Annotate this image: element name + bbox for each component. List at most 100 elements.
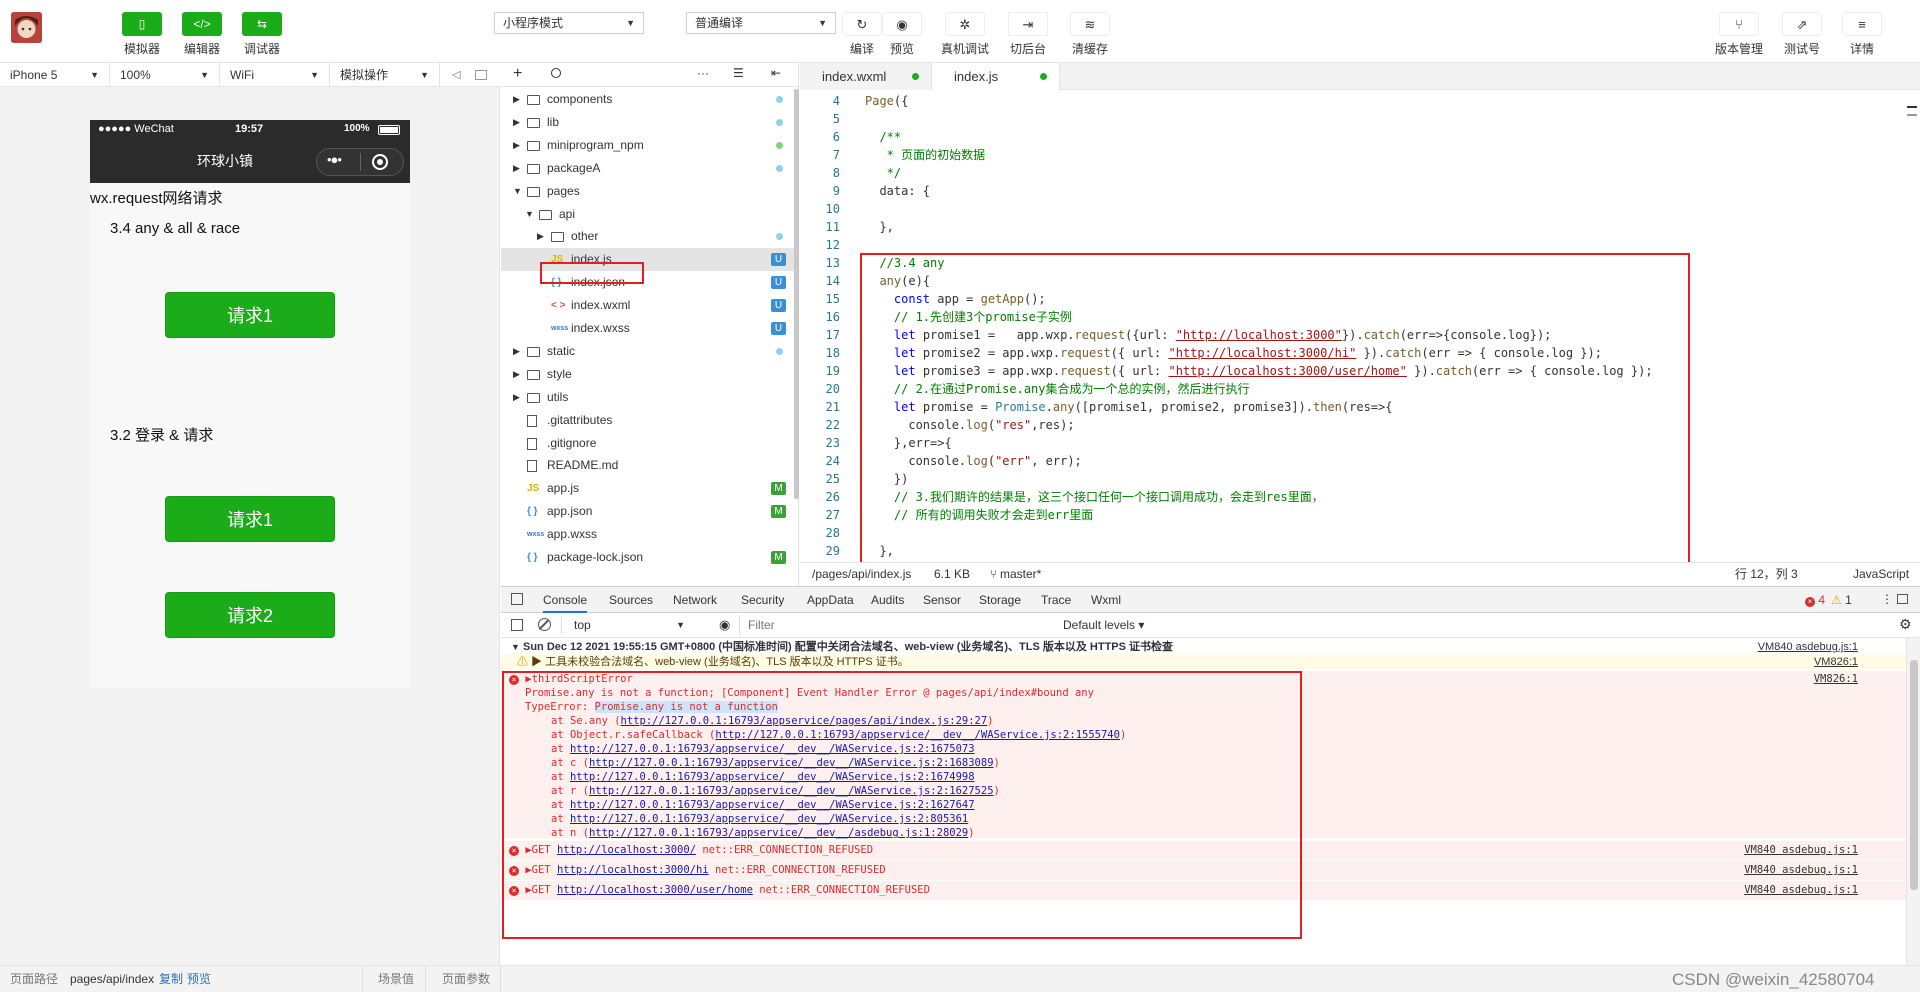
tree-item-app-wxss[interactable]: wxss app.wxss (501, 523, 799, 546)
chevron-right-icon[interactable]: ▶ (513, 134, 520, 157)
devtools-tab-storage[interactable]: Storage (979, 587, 1021, 613)
more-icon[interactable]: ··· (697, 66, 709, 80)
devtools-tab-console[interactable]: Console (543, 587, 588, 613)
warning-count[interactable]: ⚠ 1 (1831, 593, 1852, 607)
request1-login-button[interactable]: 请求1 (165, 496, 335, 542)
devtools-tab-appdata[interactable]: AppData (807, 587, 854, 613)
tree-item-api[interactable]: ▼ api (501, 203, 799, 226)
error-count[interactable]: × 4 (1805, 593, 1825, 607)
eye-icon[interactable]: ◉ (719, 617, 730, 633)
source-link[interactable]: VM840 asdebug.js:1 (1744, 881, 1858, 900)
devtools-menu-icon[interactable]: ⋮ (1881, 592, 1893, 606)
tab-index-wxml[interactable]: index.wxml (800, 63, 932, 90)
chevron-right-icon[interactable]: ▶ (513, 111, 520, 134)
tree-item-utils[interactable]: ▶ utils (501, 386, 799, 409)
tree-item-package-lock-json[interactable]: { } package-lock.json M (501, 546, 799, 569)
chevron-right-icon[interactable]: ▶ (513, 363, 520, 386)
switch-icon[interactable]: ⇥ (1008, 12, 1048, 36)
tree-item-style[interactable]: ▶ style (501, 363, 799, 386)
language-mode[interactable]: JavaScript (1853, 563, 1909, 585)
page-params[interactable]: 页面参数 (442, 966, 490, 992)
request2-login-button[interactable]: 请求2 (165, 592, 335, 638)
tree-item-lib[interactable]: ▶ lib (501, 111, 799, 134)
devtools-tab-wxml[interactable]: Wxml (1091, 587, 1121, 613)
clear-console-icon[interactable] (538, 618, 551, 631)
refresh-icon[interactable]: ↻ (842, 12, 882, 36)
tab-index-js[interactable]: index.js (932, 63, 1060, 90)
tree-item-index-wxml[interactable]: < > index.wxml U (501, 294, 799, 317)
preview-link[interactable]: 预览 (187, 966, 211, 992)
operation-select[interactable]: 模拟操作 ▼ (330, 63, 440, 87)
inspect-icon[interactable] (511, 593, 523, 605)
console-filter-input[interactable] (739, 615, 979, 635)
chevron-down-icon[interactable]: ▼ (513, 180, 522, 203)
chevron-right-icon[interactable]: ▶ (513, 386, 520, 409)
devtools-tab-sources[interactable]: Sources (609, 587, 653, 613)
external-icon[interactable]: ⇗ (1782, 12, 1822, 36)
tree-item-readme-md[interactable]: README.md (501, 454, 799, 477)
tree-item-static[interactable]: ▶ static (501, 340, 799, 363)
console-scrollbar[interactable] (1906, 638, 1920, 965)
chevron-down-icon[interactable]: ▼ (525, 203, 534, 226)
tree-item-app-json[interactable]: { } app.json M (501, 500, 799, 523)
tree-item-packagea[interactable]: ▶ packageA (501, 157, 799, 180)
tree-item-components[interactable]: ▶ components (501, 88, 799, 111)
search-icon[interactable] (551, 68, 561, 78)
window-icon[interactable] (475, 70, 487, 80)
source-link[interactable]: VM840 asdebug.js:1 (1744, 861, 1858, 880)
chevron-right-icon[interactable]: ▶ (513, 340, 520, 363)
eye-icon[interactable]: ◉ (882, 12, 922, 36)
source-link[interactable]: VM826:1 (1814, 655, 1858, 669)
collapse-icon[interactable]: ⇤ (771, 66, 781, 80)
bug-icon[interactable]: ✲ (945, 12, 985, 36)
copy-link[interactable]: 复制 (159, 966, 183, 992)
add-icon[interactable]: + (513, 65, 522, 83)
branch-icon[interactable]: ⑂ (1719, 12, 1759, 36)
devtools-tab-network[interactable]: Network (673, 587, 717, 613)
settings-icon[interactable]: ⚙ (1899, 616, 1912, 633)
cursor-position[interactable]: 行 12，列 3 (1735, 563, 1798, 585)
devtools-tab-audits[interactable]: Audits (871, 587, 904, 613)
compile-select[interactable]: 普通编译 ▼ (686, 12, 836, 34)
layers-icon[interactable]: ≋ (1070, 12, 1110, 36)
tree-item-other[interactable]: ▶ other (501, 225, 799, 248)
devtools-tab-security[interactable]: Security (741, 587, 784, 613)
chevron-right-icon[interactable]: ▶ (513, 157, 520, 180)
menu-icon[interactable]: ≡ (1842, 12, 1882, 36)
close-capsule-icon[interactable] (372, 154, 388, 170)
git-branch[interactable]: master* (1000, 563, 1041, 585)
source-link[interactable]: VM826:1 (1814, 672, 1858, 686)
sidebar-toggle-icon[interactable] (511, 619, 523, 631)
volume-icon[interactable]: ◁ (452, 68, 460, 81)
chevron-right-icon[interactable]: ▶ (513, 88, 520, 111)
context-select[interactable]: top ▼ (561, 616, 691, 634)
devtools-tab-sensor[interactable]: Sensor (923, 587, 961, 613)
scene-value[interactable]: 场景值 (378, 966, 414, 992)
tree-scrollbar[interactable] (794, 89, 799, 499)
request1-any-button[interactable]: 请求1 (165, 292, 335, 338)
log-levels-select[interactable]: Default levels ▾ (1063, 618, 1144, 632)
git-branch-icon[interactable]: ⑂ (990, 563, 997, 585)
more-icon[interactable]: •●• (327, 152, 342, 167)
sort-icon[interactable]: ☰ (733, 66, 744, 80)
tree-item-index-wxss[interactable]: wxss index.wxss U (501, 317, 799, 340)
network-select[interactable]: WiFi ▼ (220, 63, 330, 87)
tree-item-miniprogram-npm[interactable]: ▶ miniprogram_npm (501, 134, 799, 157)
code-icon[interactable]: </> (182, 12, 222, 36)
capsule-menu[interactable]: •●• (316, 148, 404, 176)
source-link[interactable]: VM840 asdebug.js:1 (1744, 841, 1858, 860)
tree-item--gitignore[interactable]: .gitignore (501, 432, 799, 455)
devtools-tab-trace[interactable]: Trace (1041, 587, 1071, 613)
debug-icon[interactable]: ⇆ (242, 12, 282, 36)
user-avatar[interactable] (11, 12, 42, 43)
chevron-right-icon[interactable]: ▶ (537, 225, 544, 248)
phone-icon[interactable]: ▯ (122, 12, 162, 36)
tree-item-app-js[interactable]: JS app.js M (501, 477, 799, 500)
source-link[interactable]: VM840 asdebug.js:1 (1758, 640, 1858, 654)
tree-item-pages[interactable]: ▼ pages (501, 180, 799, 203)
tree-item--gitattributes[interactable]: .gitattributes (501, 409, 799, 432)
zoom-select[interactable]: 100% ▼ (110, 63, 220, 87)
device-select[interactable]: iPhone 5 ▼ (0, 63, 110, 87)
mode-select[interactable]: 小程序模式 ▼ (494, 12, 644, 34)
dock-icon[interactable] (1897, 594, 1908, 604)
